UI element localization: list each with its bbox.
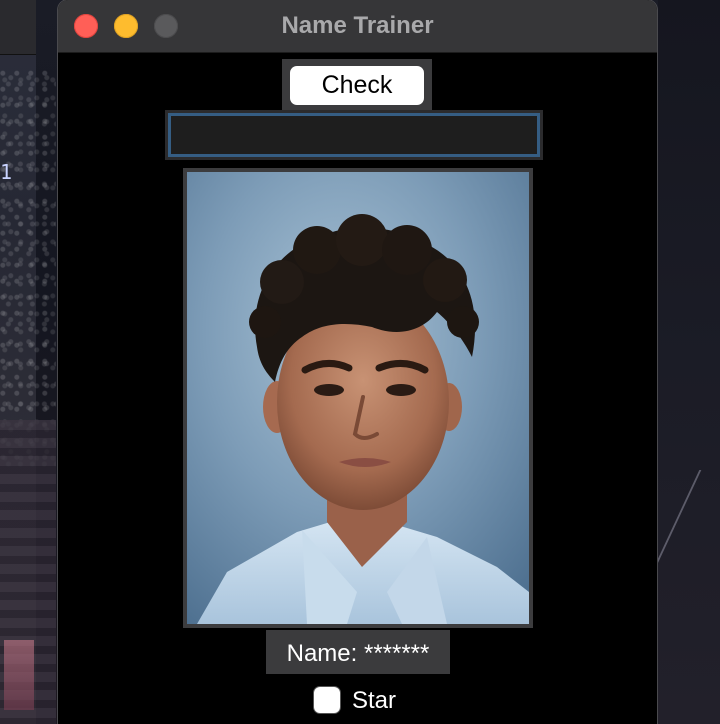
name-label: Name: ******* — [286, 640, 430, 667]
star-checkbox[interactable] — [314, 687, 340, 713]
star-label: Star — [352, 687, 397, 714]
background-scenery-accent — [4, 640, 34, 710]
window-content: Check Name: ******* Star — [58, 53, 657, 724]
window-titlebar[interactable]: Name Trainer — [58, 0, 657, 53]
check-button[interactable]: Check — [290, 66, 424, 105]
desktop-wallpaper-right — [658, 0, 720, 724]
check-button-container: Check — [282, 59, 432, 111]
window-title: Name Trainer — [281, 12, 434, 39]
name-guess-input[interactable] — [168, 113, 540, 157]
editor-line-number: 1 — [0, 160, 13, 184]
portrait-photo — [187, 172, 529, 624]
star-option[interactable]: Star — [312, 683, 422, 719]
portrait-image — [187, 172, 529, 624]
name-label-container: Name: ******* — [266, 630, 450, 674]
background-texture — [0, 70, 56, 470]
background-window[interactable]: 1 — [0, 0, 56, 724]
background-window-titlebar — [0, 0, 36, 55]
name-trainer-window: Name Trainer Check Name: ******* Star — [58, 0, 657, 724]
desktop-background: 1 Name Trainer Check Name: ******* Star — [0, 0, 720, 724]
photo-frame — [183, 168, 533, 628]
